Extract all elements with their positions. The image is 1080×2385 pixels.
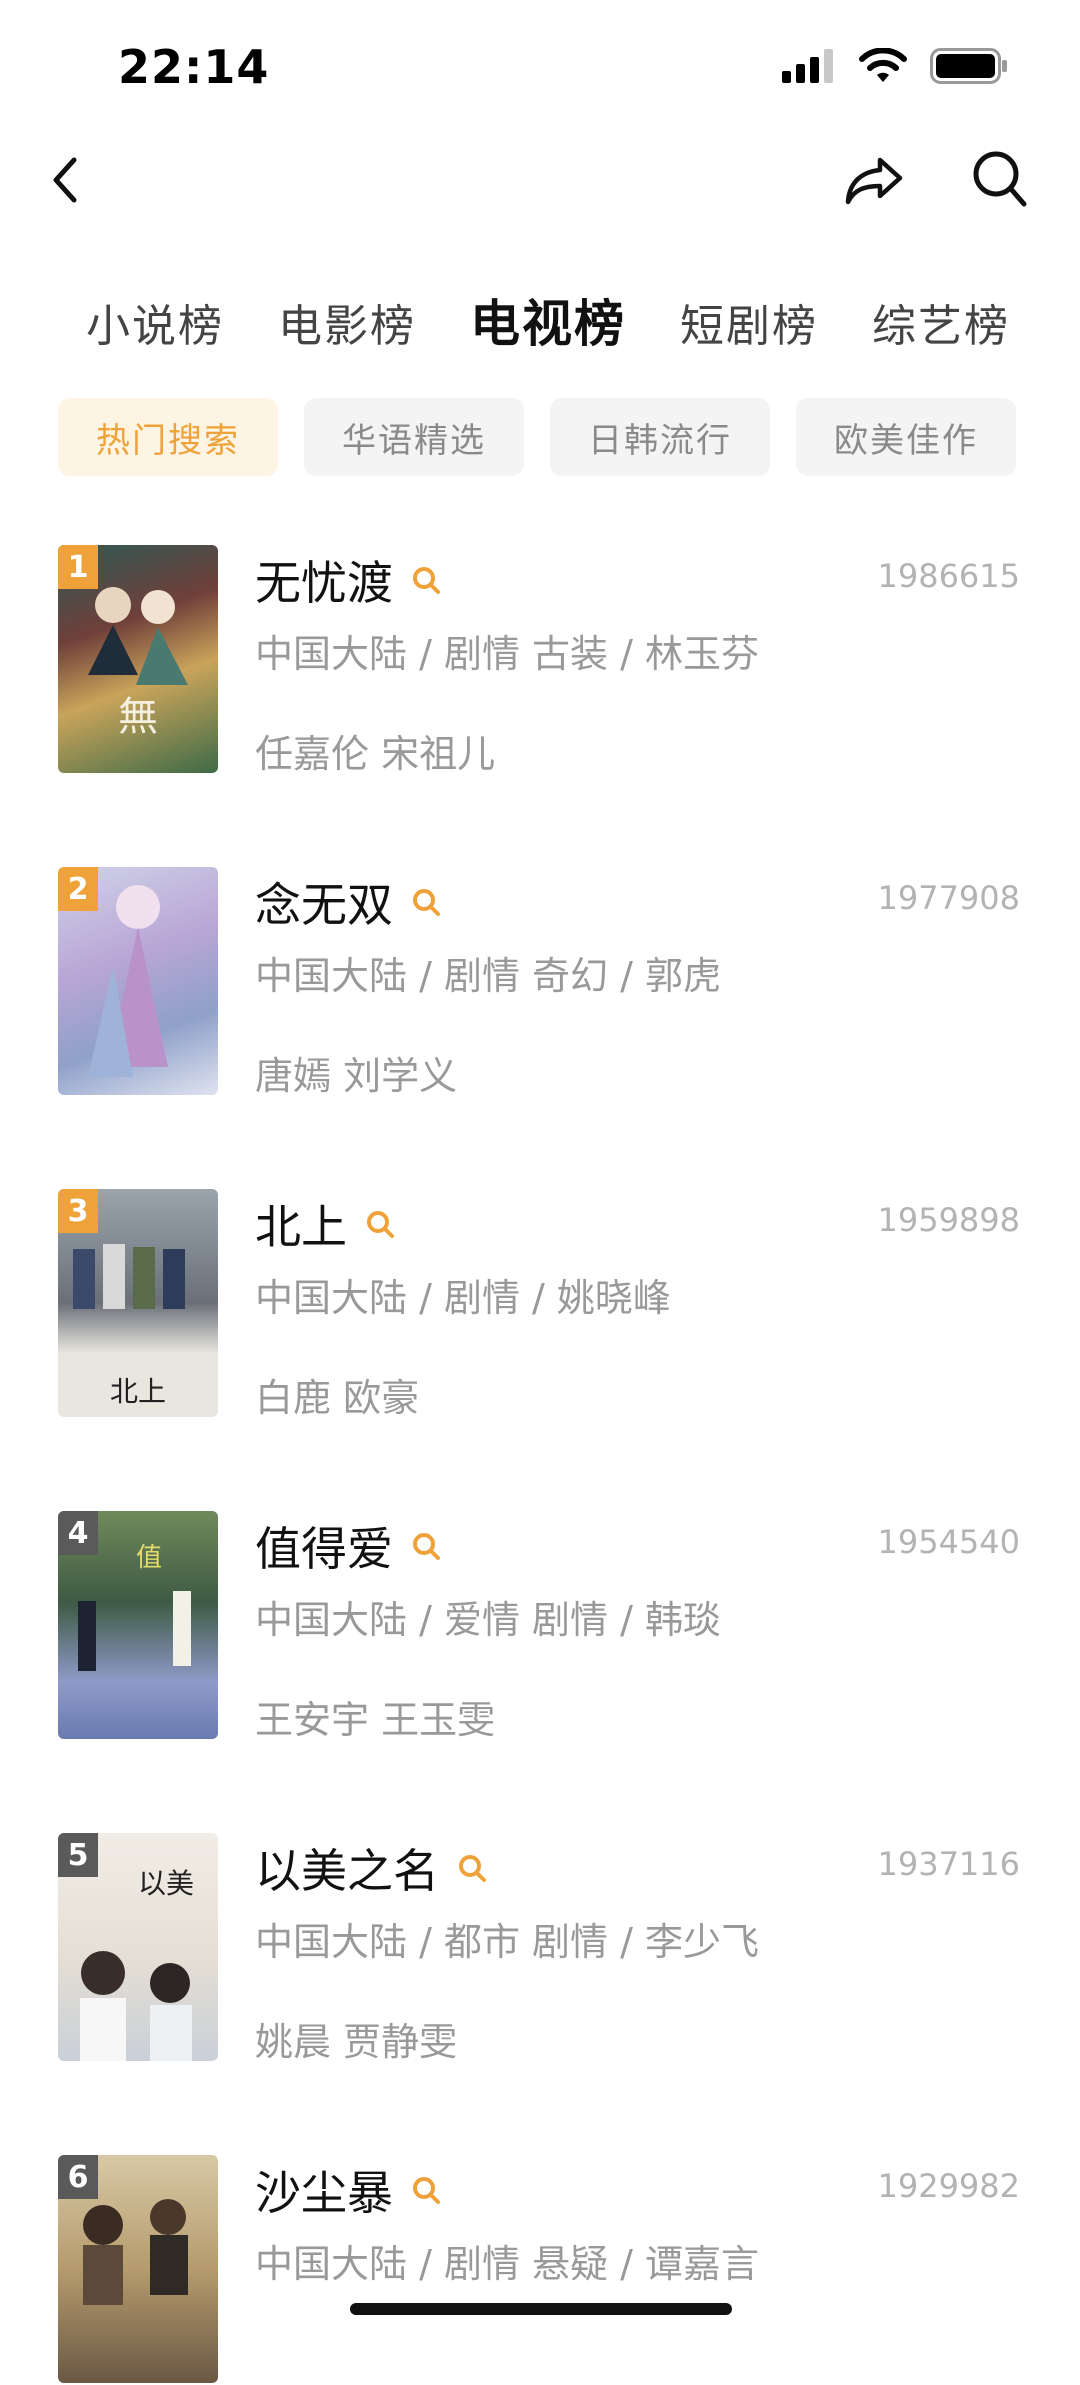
item-meta: 中国大陆 / 剧情 / 姚晓峰 xyxy=(255,1276,671,1320)
status-icons xyxy=(782,48,1008,84)
signal-icon xyxy=(782,49,833,83)
list-item[interactable]: 無 1 无忧渡 1986615 中国大陆 / 剧情 古装 / 林玉芬 任嘉伦 宋… xyxy=(0,545,1080,776)
status-time: 22:14 xyxy=(118,40,270,94)
home-indicator xyxy=(350,2303,732,2315)
tab-movie[interactable]: 电影榜 xyxy=(278,290,416,356)
title-text: 念无双 xyxy=(255,878,393,932)
search-button[interactable] xyxy=(970,148,1030,210)
wifi-icon xyxy=(859,48,907,82)
search-icon[interactable] xyxy=(411,565,441,595)
poster-image: 6 xyxy=(58,2155,218,2383)
rank-badge: 6 xyxy=(58,2155,98,2199)
score: 1986615 xyxy=(877,557,1020,595)
filter-chips: 热门搜索 华语精选 日韩流行 欧美佳作 xyxy=(58,398,1016,476)
svg-text:值: 值 xyxy=(136,1543,162,1573)
category-tabs: 小说榜 电影榜 电视榜 短剧榜 综艺榜 xyxy=(0,290,1080,356)
score: 1959898 xyxy=(877,1201,1020,1239)
title-text: 以美之名 xyxy=(255,1844,439,1898)
item-meta: 中国大陆 / 都市 剧情 / 李少飞 xyxy=(255,1920,760,1964)
rank-badge: 1 xyxy=(58,545,98,589)
rank-badge: 3 xyxy=(58,1189,98,1233)
title-text: 无忧渡 xyxy=(255,556,393,610)
item-cast: 白鹿 欧豪 xyxy=(255,1376,420,1420)
rank-badge: 4 xyxy=(58,1511,98,1555)
item-meta: 中国大陆 / 剧情 悬疑 / 谭嘉言 xyxy=(255,2242,760,2286)
item-title[interactable]: 北上 xyxy=(255,1191,395,1257)
tab-tv[interactable]: 电视榜 xyxy=(470,284,626,356)
item-meta: 中国大陆 / 爱情 剧情 / 韩琰 xyxy=(255,1598,722,1642)
back-button[interactable] xyxy=(42,150,90,210)
search-icon[interactable] xyxy=(411,887,441,917)
item-meta: 中国大陆 / 剧情 古装 / 林玉芬 xyxy=(255,632,760,676)
poster-image: 2 xyxy=(58,867,218,1095)
item-cast: 姚晨 贾静雯 xyxy=(255,2020,458,2064)
score: 1977908 xyxy=(877,879,1020,917)
item-title[interactable]: 沙尘暴 xyxy=(255,2157,441,2223)
search-icon[interactable] xyxy=(365,1209,395,1239)
item-title[interactable]: 值得爱 xyxy=(255,1513,441,1579)
score: 1954540 xyxy=(877,1523,1020,1561)
rank-badge: 5 xyxy=(58,1833,98,1877)
item-title[interactable]: 以美之名 xyxy=(255,1835,487,1901)
chip-jp-kr[interactable]: 日韩流行 xyxy=(550,398,770,476)
search-icon xyxy=(973,151,1027,207)
list-item[interactable]: 值 4 值得爱 1954540 中国大陆 / 爱情 剧情 / 韩琰 王安宇 王玉… xyxy=(0,1511,1080,1742)
chip-hot-search[interactable]: 热门搜索 xyxy=(58,398,278,476)
battery-icon xyxy=(930,48,1007,84)
item-cast: 任嘉伦 宋祖儿 xyxy=(255,732,496,776)
chip-chinese[interactable]: 华语精选 xyxy=(304,398,524,476)
rank-badge: 2 xyxy=(58,867,98,911)
list-item[interactable]: 北上 3 北上 1959898 中国大陆 / 剧情 / 姚晓峰 白鹿 欧豪 xyxy=(0,1189,1080,1420)
search-icon[interactable] xyxy=(411,1531,441,1561)
poster-image: 值 4 xyxy=(58,1511,218,1739)
search-icon[interactable] xyxy=(411,2175,441,2205)
poster-image: 北上 3 xyxy=(58,1189,218,1417)
title-text: 值得爱 xyxy=(255,1522,393,1576)
item-meta: 中国大陆 / 剧情 奇幻 / 郭虎 xyxy=(255,954,722,998)
item-title[interactable]: 念无双 xyxy=(255,869,441,935)
list-item[interactable]: 6 沙尘暴 1929982 中国大陆 / 剧情 悬疑 / 谭嘉言 xyxy=(0,2155,1080,2385)
list-item[interactable]: 2 念无双 1977908 中国大陆 / 剧情 奇幻 / 郭虎 唐嫣 刘学义 xyxy=(0,867,1080,1098)
tab-short-drama[interactable]: 短剧榜 xyxy=(680,290,818,356)
back-icon xyxy=(53,157,77,203)
item-title[interactable]: 无忧渡 xyxy=(255,547,441,613)
tab-variety[interactable]: 综艺榜 xyxy=(872,290,1010,356)
share-button[interactable] xyxy=(842,150,906,210)
share-icon xyxy=(845,157,903,205)
svg-text:以美: 以美 xyxy=(138,1867,194,1900)
item-cast: 唐嫣 刘学义 xyxy=(255,1054,458,1098)
svg-text:無: 無 xyxy=(118,694,158,740)
list-item[interactable]: 以美 5 以美之名 1937116 中国大陆 / 都市 剧情 / 李少飞 姚晨 … xyxy=(0,1833,1080,2064)
svg-text:北上: 北上 xyxy=(110,1375,166,1408)
title-text: 北上 xyxy=(255,1200,347,1254)
search-icon[interactable] xyxy=(457,1853,487,1883)
poster-image: 以美 5 xyxy=(58,1833,218,2061)
chip-western[interactable]: 欧美佳作 xyxy=(796,398,1016,476)
item-cast: 王安宇 王玉雯 xyxy=(255,1698,496,1742)
poster-image: 無 1 xyxy=(58,545,218,773)
score: 1929982 xyxy=(877,2167,1020,2205)
score: 1937116 xyxy=(877,1845,1020,1883)
title-text: 沙尘暴 xyxy=(255,2166,393,2220)
tab-novel[interactable]: 小说榜 xyxy=(86,290,224,356)
